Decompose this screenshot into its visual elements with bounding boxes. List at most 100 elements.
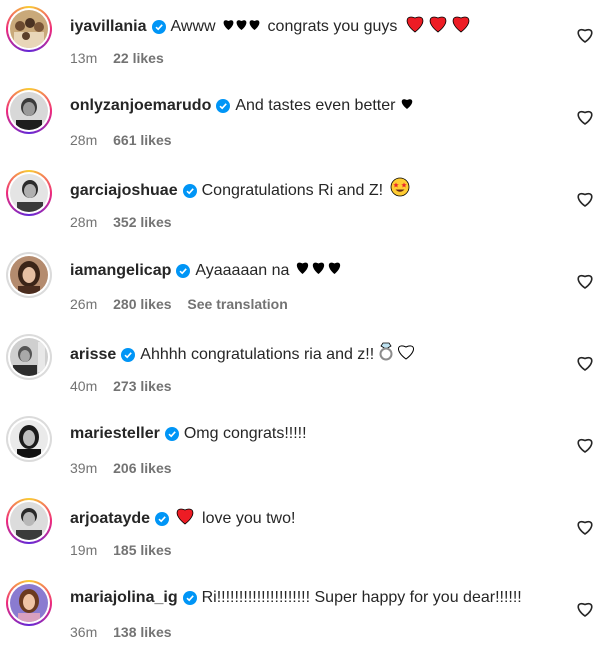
comment-text: Omg congrats!!!!! bbox=[183, 425, 307, 442]
ring-icon bbox=[378, 341, 394, 368]
verified-badge-icon bbox=[176, 263, 191, 278]
comment-time: 36m bbox=[70, 624, 98, 640]
man-portrait-bw-icon bbox=[10, 338, 48, 376]
username[interactable]: iyavillania bbox=[70, 16, 147, 38]
avatar[interactable] bbox=[6, 334, 52, 380]
comment-text: Congratulations Ri and Z! bbox=[201, 181, 384, 199]
comment-line: iyavillania Awww congrats you guys bbox=[70, 13, 550, 40]
verified-badge-icon bbox=[155, 511, 170, 526]
comment-meta: 19m 185 likes bbox=[70, 542, 184, 558]
comment-row: mariesteller Omg congrats!!!!! 39m 206 l… bbox=[0, 410, 600, 490]
avatar-image bbox=[10, 174, 48, 212]
comment-time: 28m bbox=[70, 214, 98, 230]
avatar[interactable] bbox=[6, 416, 52, 462]
see-translation-link[interactable]: See translation bbox=[187, 296, 287, 312]
likes-count[interactable]: 206 likes bbox=[113, 460, 171, 476]
avatar-image bbox=[10, 10, 48, 48]
username[interactable]: arjoatayde bbox=[70, 508, 150, 530]
comment-time: 40m bbox=[70, 378, 98, 394]
heart-outline-icon[interactable] bbox=[576, 272, 594, 290]
heart-outline-icon[interactable] bbox=[576, 108, 594, 126]
username[interactable]: mariajolina_ig bbox=[70, 587, 178, 609]
black-heart-icon bbox=[400, 95, 414, 117]
comment-row: garciajoshuae Congratulations Ri and Z! … bbox=[0, 164, 600, 244]
comment-meta: 39m 206 likes bbox=[70, 460, 184, 476]
comment-list: iyavillania Awww congrats you guys 13m 2… bbox=[0, 0, 600, 655]
comment-time: 26m bbox=[70, 296, 98, 312]
username[interactable]: garciajoshuae bbox=[70, 180, 178, 202]
group-photo-icon bbox=[10, 10, 48, 48]
comment-row: iyavillania Awww congrats you guys 13m 2… bbox=[0, 0, 600, 80]
comment-meta: 26m 280 likes See translation bbox=[70, 296, 300, 312]
comment-text: And tastes even better bbox=[235, 97, 396, 114]
comment-row: mariajolina_ig Ri!!!!!!!!!!!!!!!!!!!!! S… bbox=[0, 574, 600, 654]
avatar-image bbox=[10, 420, 48, 458]
avatar[interactable] bbox=[6, 252, 52, 298]
man-portrait-bw-icon bbox=[10, 502, 48, 540]
username[interactable]: iamangelicap bbox=[70, 260, 171, 282]
comment-meta: 28m 352 likes bbox=[70, 214, 184, 230]
comment-meta: 13m 22 likes bbox=[70, 50, 176, 66]
likes-count[interactable]: 352 likes bbox=[113, 214, 171, 230]
comment-text: Ayaaaaan na bbox=[195, 261, 290, 279]
avatar[interactable] bbox=[6, 498, 52, 544]
red-heart-icon bbox=[405, 13, 471, 40]
likes-count[interactable]: 138 likes bbox=[113, 624, 171, 640]
comment-text: love you two! bbox=[202, 509, 296, 527]
heart-outline-icon[interactable] bbox=[576, 436, 594, 454]
verified-badge-icon bbox=[121, 347, 136, 362]
username[interactable]: arisse bbox=[70, 344, 116, 366]
avatar-image bbox=[10, 92, 48, 130]
heart-outline-icon[interactable] bbox=[576, 26, 594, 44]
white-heart-icon bbox=[396, 342, 416, 367]
likes-count[interactable]: 661 likes bbox=[113, 132, 171, 148]
avatar[interactable] bbox=[6, 170, 52, 216]
likes-count[interactable]: 280 likes bbox=[113, 296, 171, 312]
avatar-image bbox=[10, 338, 48, 376]
comment-text: Awww bbox=[170, 17, 216, 35]
comment-meta: 40m 273 likes bbox=[70, 378, 184, 394]
comment-line: garciajoshuae Congratulations Ri and Z! bbox=[70, 177, 550, 204]
likes-count[interactable]: 273 likes bbox=[113, 378, 171, 394]
comment-row: onlyzanjoemarudo And tastes even better … bbox=[0, 82, 600, 162]
avatar-image bbox=[10, 584, 48, 622]
avatar-image bbox=[10, 256, 48, 294]
comment-line: mariesteller Omg congrats!!!!! bbox=[70, 423, 550, 445]
heart-outline-icon[interactable] bbox=[576, 600, 594, 618]
verified-badge-icon bbox=[182, 591, 197, 605]
avatar[interactable] bbox=[6, 6, 52, 52]
woman-portrait-bw-icon bbox=[10, 420, 48, 458]
comment-time: 19m bbox=[70, 542, 98, 558]
red-heart-icon bbox=[174, 505, 196, 532]
woman-portrait-color-icon bbox=[10, 584, 48, 622]
man-portrait-bw-icon bbox=[10, 174, 48, 212]
verified-badge-icon bbox=[182, 183, 197, 198]
star-struck-face-icon bbox=[390, 177, 410, 204]
avatar-image bbox=[10, 502, 48, 540]
comment-text: Ahhhh congratulations ria and z!! bbox=[140, 345, 375, 363]
comment-line: onlyzanjoemarudo And tastes even better bbox=[70, 95, 550, 117]
comment-row: arisse Ahhhh congratulations ria and z!!… bbox=[0, 328, 600, 408]
username[interactable]: onlyzanjoemarudo bbox=[70, 95, 211, 117]
comment-time: 39m bbox=[70, 460, 98, 476]
black-heart-icon bbox=[295, 259, 343, 282]
comment-text: congrats you guys bbox=[267, 17, 398, 35]
username[interactable]: mariesteller bbox=[70, 423, 160, 445]
comment-time: 13m bbox=[70, 50, 98, 66]
heart-outline-icon[interactable] bbox=[576, 190, 594, 208]
likes-count[interactable]: 22 likes bbox=[113, 50, 164, 66]
comment-line: arjoatayde love you two! bbox=[70, 505, 550, 532]
avatar[interactable] bbox=[6, 580, 52, 626]
comment-line: arisse Ahhhh congratulations ria and z!! bbox=[70, 341, 550, 368]
likes-count[interactable]: 185 likes bbox=[113, 542, 171, 558]
avatar[interactable] bbox=[6, 88, 52, 134]
heart-outline-icon[interactable] bbox=[576, 354, 594, 372]
heart-outline-icon[interactable] bbox=[576, 518, 594, 536]
verified-badge-icon bbox=[164, 427, 179, 441]
man-portrait-bw-icon bbox=[10, 92, 48, 130]
comment-meta: 28m 661 likes bbox=[70, 132, 184, 148]
black-heart-icon bbox=[222, 16, 262, 38]
woman-portrait-icon bbox=[10, 256, 48, 294]
comment-time: 28m bbox=[70, 132, 98, 148]
comment-text: Ri!!!!!!!!!!!!!!!!!!!!! Super happy for … bbox=[201, 589, 522, 606]
